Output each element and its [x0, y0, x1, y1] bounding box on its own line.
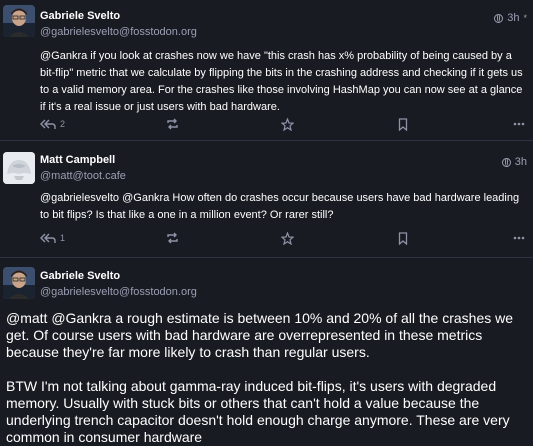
status-content: @gabrielesvelto @Gankra How often do cra…: [40, 190, 528, 224]
author-handle[interactable]: @gabrielesvelto@fosstodon.org: [40, 286, 197, 298]
avatar[interactable]: [3, 267, 35, 299]
globe-icon: [501, 157, 511, 167]
more-icon: [513, 122, 525, 126]
timestamp: 3h: [507, 12, 520, 24]
author-name[interactable]: Gabriele Svelto: [40, 10, 120, 22]
author-name[interactable]: Gabriele Svelto: [40, 270, 120, 282]
favourite-button[interactable]: [281, 116, 294, 132]
boost-icon: [167, 232, 178, 244]
paragraph: BTW I'm not talking about gamma-ray indu…: [6, 378, 510, 445]
favourite-button[interactable]: [281, 230, 294, 246]
bookmark-button[interactable]: [398, 116, 408, 132]
status-post-focused[interactable]: Gabriele Svelto @gabrielesvelto@fosstodo…: [0, 257, 533, 445]
more-icon: [513, 236, 525, 240]
reply-count: 2: [60, 119, 66, 129]
status-content: @matt @Gankra a rough estimate is betwee…: [6, 310, 528, 446]
post-time[interactable]: 3h: [501, 156, 527, 168]
author-handle[interactable]: @matt@toot.cafe: [40, 170, 126, 182]
more-button[interactable]: [513, 230, 525, 246]
bookmark-icon: [398, 117, 408, 131]
reply-all-icon: [40, 119, 56, 129]
boost-button[interactable]: [166, 230, 179, 246]
status-content: @Gankra if you look at crashes now we ha…: [40, 48, 528, 116]
reply-button[interactable]: 1: [40, 230, 65, 246]
avatar[interactable]: [3, 152, 35, 184]
status-post[interactable]: Gabriele Svelto @gabrielesvelto@fosstodo…: [0, 0, 533, 140]
status-post[interactable]: Matt Campbell @matt@toot.cafe 3h @gabrie…: [0, 140, 533, 257]
bookmark-icon: [398, 231, 408, 245]
author-name[interactable]: Matt Campbell: [40, 154, 115, 166]
post-time[interactable]: 3h *: [494, 12, 527, 24]
action-bar: 2: [40, 116, 533, 132]
paragraph: @matt @Gankra a rough estimate is betwee…: [6, 310, 514, 360]
edited-marker: *: [523, 13, 527, 23]
globe-icon: [494, 13, 504, 23]
action-bar: 1: [40, 230, 533, 246]
author-handle[interactable]: @gabrielesvelto@fosstodon.org: [40, 26, 197, 38]
star-icon: [281, 117, 294, 131]
star-icon: [281, 231, 294, 245]
reply-button[interactable]: 2: [40, 116, 65, 132]
boost-button[interactable]: [166, 116, 179, 132]
timestamp: 3h: [514, 156, 527, 168]
reply-all-icon: [40, 233, 56, 243]
more-button[interactable]: [513, 116, 525, 132]
paragraph: @gabrielesvelto @Gankra How often do cra…: [40, 192, 520, 221]
bookmark-button[interactable]: [398, 230, 408, 246]
reply-count: 1: [60, 233, 66, 243]
boost-icon: [167, 118, 178, 130]
paragraph: @Gankra if you look at crashes now we ha…: [40, 50, 523, 113]
avatar[interactable]: [3, 5, 35, 37]
